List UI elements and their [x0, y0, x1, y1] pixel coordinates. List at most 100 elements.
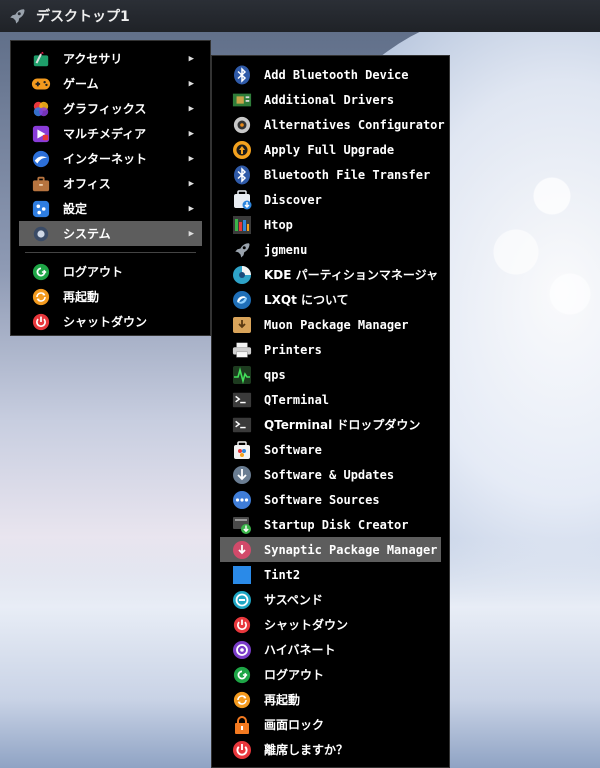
menu-item-label: QTerminal: [264, 392, 330, 407]
menu-item-accessories[interactable]: アクセサリ ▶: [19, 46, 202, 71]
menu-item-label: Software & Updates: [264, 467, 395, 482]
menu-item-reboot[interactable]: 再起動: [220, 687, 441, 712]
menu-item-label: オフィス: [63, 177, 111, 191]
menu-item-logout[interactable]: ログアウト: [220, 662, 441, 687]
menu-item-label: Apply Full Upgrade: [264, 142, 395, 157]
upgrade-icon: [232, 140, 252, 160]
menu-item-bluetooth[interactable]: Bluetooth File Transfer: [220, 162, 441, 187]
menu-item-software-sources[interactable]: Software Sources: [220, 487, 441, 512]
menu-item-logout[interactable]: ログアウト: [19, 259, 202, 284]
alternatives-icon: [232, 115, 252, 135]
menu-item-qps[interactable]: qps: [220, 362, 441, 387]
synaptic-icon: [232, 540, 252, 560]
reboot-icon: [31, 287, 51, 307]
settings-icon: [31, 199, 51, 219]
menu-item-muon[interactable]: Muon Package Manager: [220, 312, 441, 337]
menu-item-games[interactable]: ゲーム ▶: [19, 71, 202, 96]
menu-item-suspend[interactable]: サスペンド: [220, 587, 441, 612]
usb-creator-icon: [232, 515, 252, 535]
menu-item-software-updates[interactable]: Software & Updates: [220, 462, 441, 487]
menu-item-label: Add Bluetooth Device: [264, 67, 409, 82]
menu-item-label: マルチメディア: [63, 127, 147, 141]
menu-item-upgrade[interactable]: Apply Full Upgrade: [220, 137, 441, 162]
menu-item-hibernate[interactable]: ハイバネート: [220, 637, 441, 662]
menu-item-alternatives[interactable]: Alternatives Configurator: [220, 112, 445, 137]
menu-item-label: グラフィックス: [63, 102, 147, 116]
menu-item-label: シャットダウン: [264, 618, 349, 632]
menu-item-label: Alternatives Configurator: [264, 117, 445, 132]
menu-item-label: LXQt について: [264, 293, 349, 307]
menu-item-tint2[interactable]: Tint2: [220, 562, 441, 587]
bluetooth-icon: [232, 65, 252, 85]
muon-icon: [232, 315, 252, 335]
menu-item-internet[interactable]: インターネット ▶: [19, 146, 202, 171]
submenu-arrow-icon: ▶: [188, 128, 194, 139]
submenu-arrow-icon: ▶: [188, 153, 194, 164]
logout-icon: [31, 262, 51, 282]
menu-item-label: Additional Drivers: [264, 92, 395, 107]
menu-item-settings[interactable]: 設定 ▶: [19, 196, 202, 221]
terminal-icon: [232, 415, 252, 435]
menu-item-label: Software Sources: [264, 492, 380, 507]
submenu-arrow-icon: ▶: [188, 178, 194, 189]
terminal-icon: [232, 390, 252, 410]
menu-item-driver-chip[interactable]: Additional Drivers: [220, 87, 441, 112]
menu-item-office[interactable]: オフィス ▶: [19, 171, 202, 196]
menu-item-htop[interactable]: Htop: [220, 212, 441, 237]
internet-icon: [31, 149, 51, 169]
menu-item-system[interactable]: システム ▶: [19, 221, 202, 246]
menu-item-shutdown[interactable]: シャットダウン: [19, 309, 202, 334]
away-icon: [232, 740, 252, 760]
shutdown-icon: [232, 615, 252, 635]
qps-icon: [232, 365, 252, 385]
menu-item-label: サスペンド: [264, 593, 323, 607]
accessories-icon: [31, 49, 51, 69]
menu-item-lock[interactable]: 画面ロック: [220, 712, 441, 737]
games-icon: [31, 74, 51, 94]
menu-item-discover[interactable]: Discover: [220, 187, 441, 212]
submenu-arrow-icon: ▶: [188, 228, 194, 239]
menu-item-usb-creator[interactable]: Startup Disk Creator: [220, 512, 441, 537]
system-submenu: Add Bluetooth Device Additional Drivers Al…: [211, 55, 450, 768]
taskbar: デスクトップ1: [0, 0, 600, 32]
menu-item-partition[interactable]: KDE パーティションマネージャ: [220, 262, 441, 287]
software-store-icon: [232, 440, 252, 460]
graphics-icon: [31, 99, 51, 119]
lxqt-icon: [232, 290, 252, 310]
menu-item-label: Software: [264, 442, 322, 457]
logout-icon: [232, 665, 252, 685]
menu-item-multimedia[interactable]: マルチメディア ▶: [19, 121, 202, 146]
main-menu: アクセサリ ▶ ゲーム ▶ グラフィックス ▶ マルチメディア ▶ インターネット ▶ オフィス ▶ 設…: [10, 40, 211, 336]
partition-icon: [232, 265, 252, 285]
menu-item-software-store[interactable]: Software: [220, 437, 441, 462]
software-sources-icon: [232, 490, 252, 510]
menu-item-bluetooth[interactable]: Add Bluetooth Device: [220, 62, 441, 87]
menu-item-shutdown[interactable]: シャットダウン: [220, 612, 441, 637]
menu-item-lxqt[interactable]: LXQt について: [220, 287, 441, 312]
menu-item-label: ハイバネート: [264, 643, 336, 657]
menu-item-label: 離席しますか？: [264, 743, 349, 757]
menu-item-terminal[interactable]: QTerminal: [220, 387, 441, 412]
submenu-arrow-icon: ▶: [188, 103, 194, 114]
menu-item-printer[interactable]: Printers: [220, 337, 441, 362]
menu-item-reboot[interactable]: 再起動: [19, 284, 202, 309]
shutdown-icon: [31, 312, 51, 332]
menu-item-label: シャットダウン: [63, 315, 148, 329]
suspend-icon: [232, 590, 252, 610]
rocket-icon[interactable]: [6, 5, 28, 27]
menu-item-label: Bluetooth File Transfer: [264, 167, 431, 182]
menu-item-graphics[interactable]: グラフィックス ▶: [19, 96, 202, 121]
menu-item-rocket[interactable]: jgmenu: [220, 237, 441, 262]
menu-separator: [25, 252, 196, 253]
menu-item-synaptic[interactable]: Synaptic Package Manager: [220, 537, 441, 562]
menu-item-label: 画面ロック: [264, 718, 325, 732]
menu-item-away[interactable]: 離席しますか？: [220, 737, 441, 762]
menu-item-label: jgmenu: [264, 242, 308, 257]
office-icon: [31, 174, 51, 194]
menu-item-label: システム: [63, 227, 111, 241]
menu-item-label: 再起動: [63, 290, 100, 304]
menu-item-terminal[interactable]: QTerminal ドロップダウン: [220, 412, 441, 437]
menu-item-label: Synaptic Package Manager: [264, 542, 438, 557]
menu-item-label: QTerminal ドロップダウン: [264, 418, 421, 432]
menu-item-label: Htop: [264, 217, 293, 232]
